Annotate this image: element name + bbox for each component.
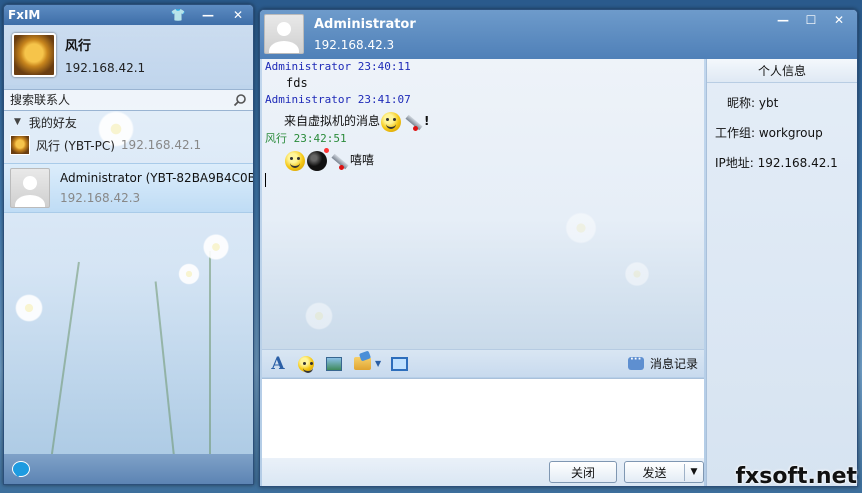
message-content: fds: [286, 76, 308, 90]
peer-name: Administrator: [314, 17, 416, 32]
message-meta: Administrator 23:40:11: [262, 60, 704, 74]
message-time: 23:42:51: [293, 132, 347, 145]
smile-icon: [298, 355, 314, 373]
background-stem: [209, 251, 211, 461]
send-bar: 关闭 发送 ▼: [262, 458, 704, 486]
contact-avatar: [10, 135, 30, 155]
group-label: 我的好友: [28, 115, 77, 130]
background-flower: [622, 259, 652, 289]
peer-ip: 192.168.42.3: [314, 38, 395, 52]
message-meta: 风行 23:42:51: [262, 132, 704, 146]
chat-bubble-icon[interactable]: [12, 461, 30, 477]
message-history-icon: [627, 354, 644, 370]
info-nickname: 昵称: ybt: [727, 96, 779, 110]
background-stem: [154, 281, 176, 461]
info-ip: IP地址: 192.168.42.1: [715, 156, 838, 170]
search-input[interactable]: [10, 93, 233, 107]
info-title: 个人信息: [707, 59, 857, 83]
background-flower: [302, 299, 336, 333]
message-suffix: !: [424, 114, 430, 128]
contact-item-selected[interactable]: Administrator (YBT-82BA9B4C0B6 192.168.4…: [4, 163, 253, 213]
background-flower: [176, 261, 202, 287]
knife-emoticon: [403, 112, 423, 132]
image-icon: [326, 356, 342, 371]
group-my-friends[interactable]: ▼ 我的好友: [4, 111, 253, 133]
bomb-emoticon: [307, 147, 329, 171]
contact-item[interactable]: 风行 (YBT-PC) 192.168.42.1: [4, 133, 253, 157]
emoticon-button[interactable]: [294, 353, 318, 375]
folder-icon: [353, 357, 371, 370]
chat-toolbar: A ▼ 消息记录: [262, 349, 704, 377]
info-workgroup: 工作组: workgroup: [715, 126, 823, 140]
my-name: 风行: [65, 39, 92, 54]
chat-header[interactable]: Administrator 192.168.42.3 — ☐ ✕: [260, 10, 857, 59]
text-cursor: [265, 173, 266, 187]
my-ip: 192.168.42.1: [65, 61, 146, 75]
background-flower: [12, 291, 46, 325]
image-button[interactable]: [322, 353, 346, 375]
message-sender: Administrator: [265, 60, 352, 73]
contacts-bottom-bar: [4, 454, 253, 484]
message-text: 嘻嘻: [262, 147, 704, 171]
close-button[interactable]: ✕: [223, 5, 253, 25]
message-input[interactable]: [262, 378, 704, 458]
search-icon[interactable]: [233, 93, 247, 107]
minimize-button[interactable]: —: [769, 10, 797, 30]
personal-info-panel: 个人信息 昵称: ybt 工作组: workgroup IP地址: 192.16…: [706, 59, 857, 486]
contact-avatar: [10, 168, 50, 208]
message-text: fds: [262, 74, 704, 92]
window-controls: 👕 — ✕: [163, 5, 253, 25]
chat-window: Administrator 192.168.42.3 — ☐ ✕ Adminis…: [259, 9, 858, 487]
knife-emoticon: [329, 151, 349, 171]
message-content: 嘻嘻: [350, 153, 375, 167]
contact-name: Administrator (YBT-82BA9B4C0B6: [60, 171, 253, 185]
message-sender: Administrator: [265, 93, 352, 106]
chevron-down-icon[interactable]: ▼: [375, 359, 381, 368]
background-flower: [562, 209, 600, 247]
message-time: 23:41:07: [357, 93, 411, 106]
contact-ip: 192.168.42.1: [120, 138, 202, 152]
peer-avatar[interactable]: [264, 14, 304, 54]
message-time: 23:40:11: [357, 60, 411, 73]
screen-icon: [390, 356, 408, 371]
smile-emoticon: [381, 111, 402, 132]
message-history[interactable]: Administrator 23:40:11 fds Administrator…: [262, 59, 704, 349]
send-label: 发送: [625, 463, 685, 481]
background-flower: [200, 231, 232, 263]
my-profile: 风行 192.168.42.1: [4, 25, 253, 85]
contact-list: ▼ 我的好友 风行 (YBT-PC) 192.168.42.1 Administ…: [4, 107, 253, 461]
contacts-titlebar[interactable]: FxIM 👕 — ✕: [4, 5, 253, 25]
minimize-button[interactable]: —: [193, 5, 223, 25]
app-title: FxIM: [8, 8, 41, 22]
smile-emoticon: [285, 150, 305, 171]
background-stem: [50, 261, 80, 461]
contact-ip: 192.168.42.3: [60, 191, 141, 205]
message-content: 来自虚拟机的消息: [284, 114, 381, 128]
message-history-label: 消息记录: [649, 357, 698, 371]
message-history-button[interactable]: 消息记录: [627, 354, 704, 372]
contact-search: [4, 89, 253, 111]
send-options-chevron-icon[interactable]: ▼: [685, 467, 703, 477]
maximize-button[interactable]: ☐: [797, 10, 825, 30]
contacts-window: FxIM 👕 — ✕ 风行 192.168.42.1 ▼ 我的好友: [3, 4, 254, 485]
message-text: 来自虚拟机的消息!: [262, 110, 704, 132]
send-button[interactable]: 发送 ▼: [624, 461, 704, 483]
send-file-button[interactable]: [350, 353, 374, 375]
triangle-down-icon[interactable]: ▼: [14, 117, 21, 127]
close-button[interactable]: ✕: [825, 10, 853, 30]
contact-name: 风行 (YBT-PC): [36, 138, 115, 153]
font-icon[interactable]: A: [266, 353, 290, 375]
screenshot-button[interactable]: [387, 353, 411, 375]
message-meta: Administrator 23:41:07: [262, 93, 704, 107]
message-sender: 风行: [265, 132, 287, 145]
my-avatar[interactable]: [12, 33, 56, 77]
close-chat-button[interactable]: 关闭: [549, 461, 617, 483]
watermark: fxsoft.net: [735, 464, 857, 489]
chat-window-controls: — ☐ ✕: [769, 10, 853, 30]
skin-icon[interactable]: 👕: [163, 5, 193, 25]
